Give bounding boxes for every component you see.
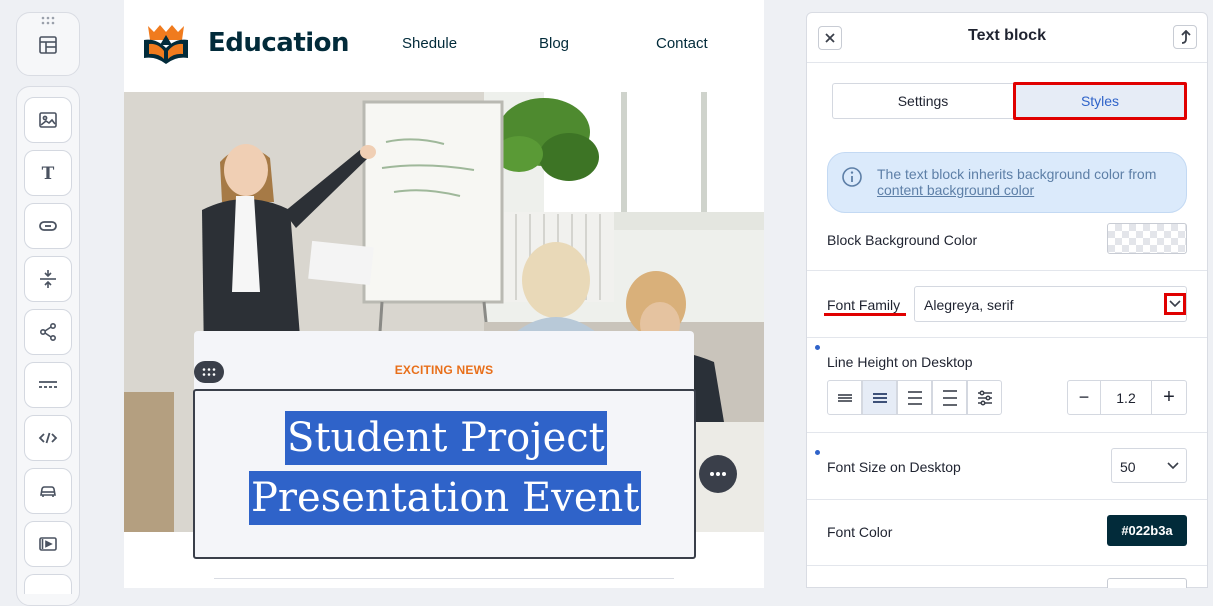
section-divider: [807, 565, 1207, 566]
text-block-button[interactable]: T: [24, 150, 72, 196]
inherit-info-text: The text block inherits background color…: [877, 166, 1177, 198]
title-line-1: Student Project: [285, 411, 607, 465]
image-block-button[interactable]: [24, 97, 72, 143]
more-horizontal-icon: [710, 472, 726, 476]
line-height-compact-button[interactable]: [827, 380, 862, 415]
line-height-loose-icon: [942, 389, 957, 406]
image-icon: [39, 112, 57, 128]
svg-text:T: T: [42, 164, 55, 184]
nav-link-shedule[interactable]: Shedule: [402, 35, 457, 52]
line-height-custom-button[interactable]: [967, 380, 1002, 415]
panel-title: Text block: [968, 27, 1046, 44]
menu-icon: [40, 486, 56, 497]
video-icon: [39, 537, 57, 551]
move-up-button[interactable]: [1173, 25, 1197, 49]
desktop-indicator-dot: [815, 450, 820, 455]
sliders-icon: [977, 389, 992, 406]
nav-link-blog[interactable]: Blog: [539, 35, 569, 52]
font-family-dropdown-button[interactable]: [1164, 293, 1186, 315]
template-button[interactable]: [34, 32, 62, 58]
font-size-value: 50: [1120, 459, 1136, 475]
font-family-underline-highlight: [824, 313, 906, 316]
nav-link-contact[interactable]: Contact: [656, 35, 708, 52]
line-height-relaxed-icon: [907, 390, 922, 405]
section-divider: [807, 499, 1207, 500]
content-background-link[interactable]: content background color: [877, 182, 1034, 198]
line-height-loose-button[interactable]: [932, 380, 967, 415]
button-icon: [39, 221, 57, 231]
drag-handle-button[interactable]: [194, 361, 224, 383]
title-text-line-1[interactable]: Student Project: [285, 411, 607, 465]
video-block-button[interactable]: [24, 521, 72, 567]
font-color-label: Font Color: [827, 524, 893, 540]
template-icon: [39, 36, 57, 54]
education-logo-icon: [144, 25, 188, 64]
social-block-button[interactable]: [24, 309, 72, 355]
tab-settings[interactable]: Settings: [832, 83, 1013, 119]
chevron-down-icon: [1169, 300, 1181, 308]
block-background-color-picker[interactable]: [1107, 223, 1187, 254]
drag-grip-icon[interactable]: [40, 16, 56, 26]
minus-icon: −: [1078, 387, 1090, 407]
line-height-input[interactable]: 1.2: [1101, 380, 1151, 415]
desktop-indicator-dot: [815, 345, 820, 350]
font-size-label: Font Size on Desktop: [827, 459, 961, 475]
html-icon: [38, 432, 58, 444]
line-height-normal-icon: [872, 392, 887, 403]
divider-block-button[interactable]: [24, 362, 72, 408]
brand-name: Education: [208, 28, 350, 58]
share-icon: [39, 322, 57, 342]
menu-block-button[interactable]: [24, 468, 72, 514]
info-icon: [842, 167, 862, 187]
panel-header-divider: [807, 62, 1207, 63]
next-color-picker[interactable]: [1107, 578, 1187, 588]
title-text-line-2[interactable]: Presentation Event: [249, 471, 642, 525]
more-blocks-button[interactable]: [24, 574, 72, 594]
eyebrow-label[interactable]: EXCITING NEWS: [194, 363, 694, 377]
title-line-2: Presentation Event: [249, 471, 642, 525]
block-background-label: Block Background Color: [827, 232, 978, 248]
font-color-picker[interactable]: #022b3a: [1107, 515, 1187, 546]
line-height-relaxed-button[interactable]: [897, 380, 932, 415]
text-icon: T: [42, 164, 55, 184]
section-divider: [807, 270, 1207, 271]
line-height-label: Line Height on Desktop: [827, 354, 973, 370]
font-family-value: Alegreya, serif: [924, 297, 1014, 313]
font-family-label: Font Family: [827, 297, 901, 313]
section-divider: [807, 432, 1207, 433]
styles-tab-highlight: [1013, 82, 1187, 120]
button-block-button[interactable]: [24, 203, 72, 249]
line-height-increase-button[interactable]: +: [1151, 380, 1187, 415]
divider-icon: [39, 381, 57, 388]
tab-settings-label: Settings: [897, 93, 949, 109]
chevron-down-icon: [1167, 462, 1179, 470]
html-block-button[interactable]: [24, 415, 72, 461]
arrow-up-icon: [1181, 30, 1191, 44]
line-height-value: 1.2: [1116, 389, 1136, 406]
section-divider: [807, 337, 1207, 338]
content-divider: [214, 578, 674, 579]
plus-icon: +: [1163, 386, 1175, 408]
line-height-normal-button[interactable]: [862, 380, 897, 415]
more-options-button[interactable]: [699, 455, 737, 493]
line-height-decrease-button[interactable]: −: [1067, 380, 1101, 415]
drag-dots-icon: [202, 368, 216, 376]
spacer-block-button[interactable]: [24, 256, 72, 302]
line-height-compact-icon: [837, 393, 852, 402]
inherit-info-message: The text block inherits background color…: [877, 166, 1157, 182]
spacer-icon: [40, 270, 56, 288]
font-color-value: #022b3a: [1121, 523, 1173, 538]
